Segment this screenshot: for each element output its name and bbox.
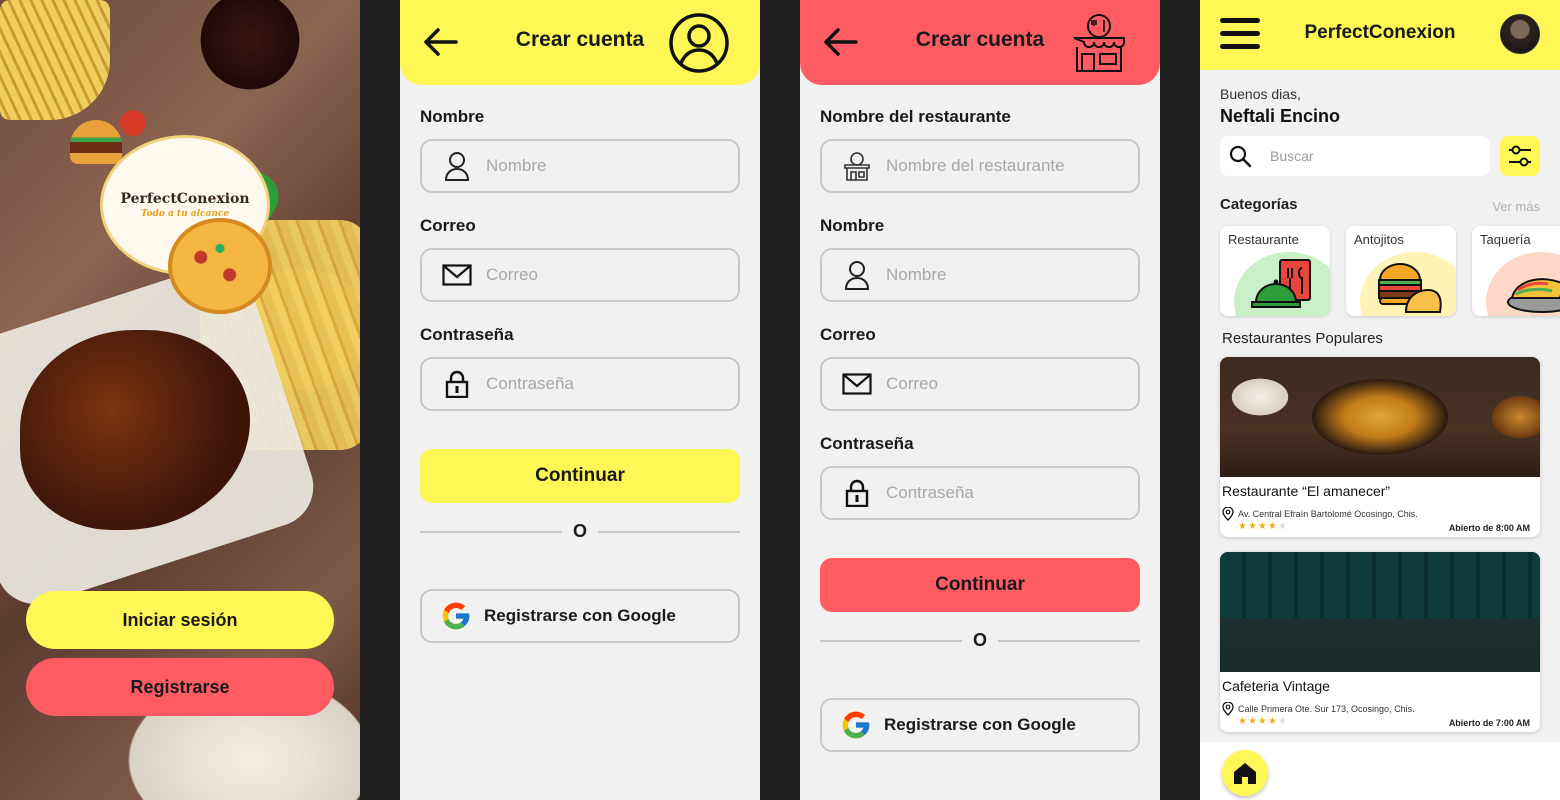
search-input[interactable] [1270,148,1470,164]
or-divider: O [820,630,1140,650]
logo-title: PerfectConexion [120,191,250,207]
location-pin-icon [1222,507,1234,521]
popular-title: Restaurantes Populares [1222,330,1383,347]
google-signup-label: Registrarse con Google [484,606,676,625]
rating-stars: ★★★★★ [1238,521,1288,532]
google-icon [842,711,870,739]
filter-sliders-icon [1509,145,1531,167]
password-label: Contraseña [420,325,514,344]
top-bar: PerfectConexion [1200,0,1560,70]
home-nav-button[interactable] [1222,750,1268,796]
lock-icon [442,369,472,399]
restaurant-name-input[interactable] [886,156,1126,176]
password-field[interactable] [820,466,1140,520]
google-icon [442,602,470,630]
restaurant-photo [1220,552,1540,672]
user-circle-icon [669,13,729,73]
category-card-restaurante[interactable]: Restaurante [1220,226,1330,316]
name-label: Nombre [820,216,885,235]
search-bar[interactable] [1220,136,1490,176]
avatar[interactable] [1500,14,1540,54]
email-label: Correo [420,216,476,235]
name-input[interactable] [886,265,1126,285]
burger-empanada-icon [1378,263,1442,313]
restaurant-address: Av. Central Efraín Bartolomé Ocosingo, C… [1238,509,1418,519]
signup-header: Crear cuenta [800,0,1160,85]
restaurant-name: Restaurante “El amanecer” [1222,483,1391,499]
category-card-antojitos[interactable]: Antojitos [1346,226,1456,316]
restaurant-name: Cafeteria Vintage [1222,678,1330,694]
categories-title: Categorías [1220,196,1298,213]
mail-icon [842,369,872,399]
taco-icon [1507,278,1560,313]
user-name: Neftali Encino [1220,106,1341,126]
menu-cloche-icon [1251,259,1311,308]
google-signup-button[interactable]: Registrarse con Google [820,698,1140,752]
restaurant-address: Calle Primera Ote. Sur 173, Ocosingo, Ch… [1238,704,1415,714]
password-input[interactable] [486,374,726,394]
restaurant-name-field[interactable] [820,139,1140,193]
email-input[interactable] [486,265,726,285]
mail-icon [442,260,472,290]
name-input[interactable] [486,156,726,176]
register-button[interactable]: Registrarse [26,658,334,716]
tomato-decoration [120,110,146,136]
google-signup-button[interactable]: Registrarse con Google [420,589,740,643]
burger-decoration [70,120,122,164]
signup-header: Crear cuenta [400,0,760,85]
opening-hours: Abierto de 7:00 AM [1448,718,1530,728]
user-signup-screen: Crear cuenta Nombre Correo Contraseña Co… [400,0,760,800]
category-card-taqueria[interactable]: Taquería [1472,226,1560,316]
lock-icon [842,478,872,508]
category-label: Antojitos [1354,232,1404,247]
rating-stars: ★★★★★ [1238,716,1288,727]
email-input[interactable] [886,374,1126,394]
see-more-link[interactable]: Ver más [1492,199,1540,214]
password-field[interactable] [420,357,740,411]
or-text: O [572,521,587,541]
location-pin-icon [1222,702,1234,716]
person-icon [842,260,872,290]
storefront-icon [1073,14,1125,72]
restaurant-card[interactable]: Restaurante “El amanecer” Av. Central Ef… [1220,357,1540,537]
search-icon [1229,145,1252,168]
welcome-screen: PerfectConexion Todo a tu alcance Inicia… [0,0,360,800]
password-input[interactable] [886,483,1126,503]
name-field[interactable] [820,248,1140,302]
pizza-decoration [168,218,272,314]
or-divider: O [420,521,740,541]
or-text: O [972,630,987,650]
continue-button[interactable]: Continuar [820,558,1140,612]
person-icon [442,151,472,181]
home-icon [1234,763,1256,784]
filter-button[interactable] [1500,136,1540,176]
home-screen: PerfectConexion Buenos dias, Neftali Enc… [1200,0,1560,800]
email-field[interactable] [420,248,740,302]
name-field[interactable] [420,139,740,193]
category-label: Taquería [1480,232,1531,247]
restaurant-icon [842,151,872,181]
restaurant-signup-screen: Crear cuenta Nombre del restaurante Nomb… [800,0,1160,800]
email-field[interactable] [820,357,1140,411]
greeting: Buenos dias, [1220,86,1301,102]
name-label: Nombre [420,107,485,126]
restaurant-photo [1220,357,1540,477]
category-label: Restaurante [1228,232,1299,247]
restaurant-name-label: Nombre del restaurante [820,107,1011,126]
google-signup-label: Registrarse con Google [884,715,1076,734]
opening-hours: Abierto de 8:00 AM [1448,523,1530,533]
login-button[interactable]: Iniciar sesión [26,591,334,649]
password-label: Contraseña [820,434,914,453]
email-label: Correo [820,325,876,344]
restaurant-card[interactable]: Cafeteria Vintage Calle Primera Ote. Sur… [1220,552,1540,732]
continue-button[interactable]: Continuar [420,449,740,503]
bottom-nav [1200,742,1560,800]
